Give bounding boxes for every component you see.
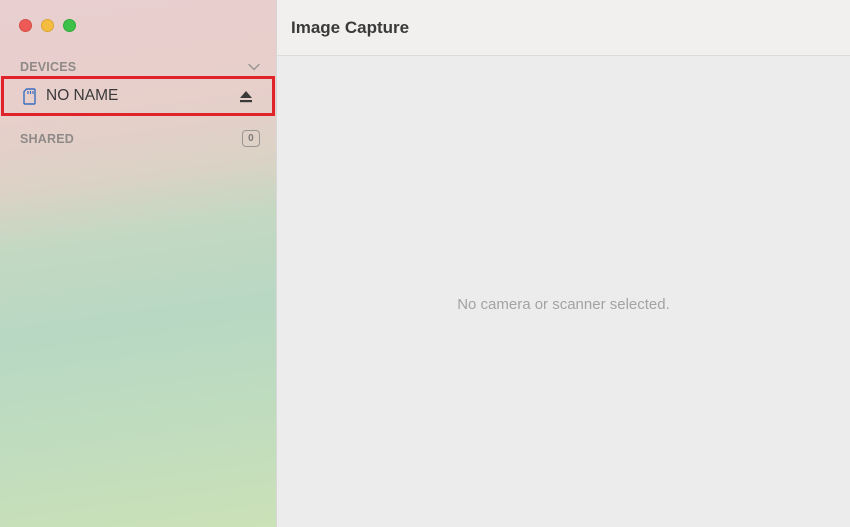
shared-section-header[interactable]: SHARED 0 — [20, 130, 260, 147]
sidebar-item-no-name[interactable]: NO NAME — [1, 76, 275, 116]
sd-card-icon — [21, 87, 37, 105]
shared-count-badge: 0 — [242, 130, 260, 147]
image-capture-window: DEVICES NO NAME SHARED 0 Image Capture N… — [0, 0, 850, 527]
close-window-button[interactable] — [19, 19, 32, 32]
devices-section-header[interactable]: DEVICES — [20, 60, 260, 74]
window-title: Image Capture — [291, 17, 410, 37]
shared-header-label: SHARED — [20, 131, 74, 146]
content-area: No camera or scanner selected. — [277, 56, 850, 527]
device-label: NO NAME — [46, 87, 119, 104]
minimize-window-button[interactable] — [41, 19, 54, 32]
main-pane: Image Capture No camera or scanner selec… — [277, 0, 850, 527]
title-bar: Image Capture — [277, 0, 850, 56]
chevron-down-icon[interactable] — [248, 61, 260, 73]
window-controls — [19, 19, 76, 32]
devices-header-label: DEVICES — [20, 60, 77, 74]
sidebar: DEVICES NO NAME SHARED 0 — [0, 0, 277, 527]
empty-state-message: No camera or scanner selected. — [457, 296, 670, 313]
zoom-window-button[interactable] — [63, 19, 76, 32]
eject-icon[interactable] — [238, 88, 254, 104]
